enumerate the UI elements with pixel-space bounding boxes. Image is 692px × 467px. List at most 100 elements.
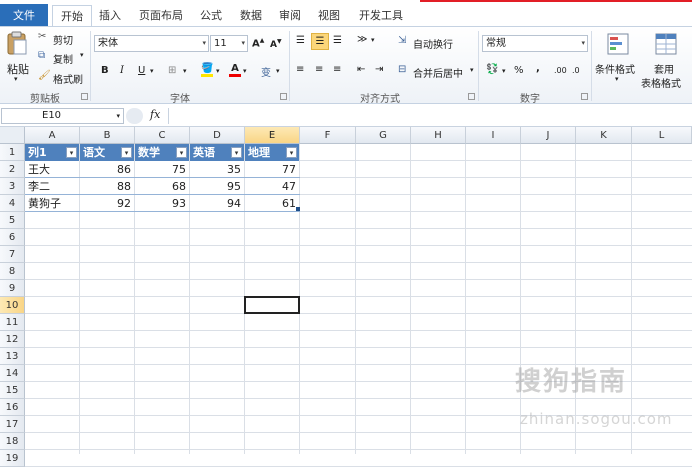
row-header[interactable]: 7 xyxy=(0,246,25,263)
table-cell[interactable]: 黄狗子 xyxy=(25,195,79,212)
tab-insert[interactable]: 插入 xyxy=(95,5,125,26)
copy-button[interactable]: ⧉ 复制 ▾ xyxy=(38,50,90,66)
number-launcher-icon[interactable] xyxy=(581,93,588,100)
format-painter-button[interactable]: 🖌 格式刷 xyxy=(38,70,90,86)
format-as-table-button[interactable]: 套用 表格格式 xyxy=(641,31,692,90)
row-header[interactable]: 15 xyxy=(0,382,25,399)
column-header[interactable]: G xyxy=(356,127,411,144)
row-header[interactable]: 8 xyxy=(0,263,25,280)
tab-formulas[interactable]: 公式 xyxy=(196,5,226,26)
chevron-down-icon[interactable]: ▾ xyxy=(150,67,154,75)
tab-data[interactable]: 数据 xyxy=(236,5,266,26)
active-cell-selection[interactable] xyxy=(244,296,300,314)
font-launcher-icon[interactable] xyxy=(280,93,287,100)
row-header[interactable]: 11 xyxy=(0,314,25,331)
row-header[interactable]: 17 xyxy=(0,416,25,433)
row-header[interactable]: 1 xyxy=(0,144,25,161)
row-header[interactable]: 13 xyxy=(0,348,25,365)
align-left-icon[interactable]: ≡ xyxy=(296,64,304,75)
wrap-text-button[interactable]: ⇲ 自动换行 xyxy=(398,35,460,51)
select-all-corner[interactable] xyxy=(0,127,25,144)
table-header-cell[interactable]: 英语 ▾ xyxy=(190,144,244,161)
table-cell[interactable]: 61 xyxy=(245,195,299,212)
table-cell[interactable]: 77 xyxy=(245,161,299,178)
row-header[interactable]: 2 xyxy=(0,161,25,178)
column-header[interactable]: H xyxy=(411,127,466,144)
name-box[interactable]: E10 ▾ xyxy=(1,108,124,124)
grow-font-icon[interactable]: A▲ xyxy=(252,37,264,49)
increase-indent-icon[interactable]: ⇥ xyxy=(375,64,383,75)
underline-button[interactable]: U xyxy=(138,65,145,76)
chevron-down-icon[interactable]: ▾ xyxy=(183,67,187,75)
table-cell[interactable]: 92 xyxy=(80,195,134,212)
table-cell[interactable]: 75 xyxy=(135,161,189,178)
table-cell[interactable]: 68 xyxy=(135,178,189,195)
column-header[interactable]: K xyxy=(576,127,632,144)
number-format-combo[interactable]: 常规 ▾ xyxy=(482,35,588,52)
row-header[interactable]: 19 xyxy=(0,450,25,467)
align-right-icon[interactable]: ≡ xyxy=(333,64,341,75)
clipboard-launcher-icon[interactable] xyxy=(81,93,88,100)
align-center-icon[interactable]: ≡ xyxy=(315,64,323,75)
column-header[interactable]: F xyxy=(300,127,356,144)
phonetic-button[interactable]: 变 xyxy=(261,64,271,79)
font-size-combo[interactable]: 11 ▾ xyxy=(210,35,248,52)
column-header[interactable]: C xyxy=(135,127,190,144)
font-name-combo[interactable]: 宋体 ▾ xyxy=(94,35,209,52)
align-top-icon[interactable]: ☰ xyxy=(296,35,305,46)
tab-view[interactable]: 视图 xyxy=(314,5,344,26)
insert-function-icon[interactable]: fx xyxy=(150,108,160,121)
table-header-cell[interactable]: 语文 ▾ xyxy=(80,144,134,161)
row-header[interactable]: 3 xyxy=(0,178,25,195)
column-header[interactable]: J xyxy=(521,127,576,144)
table-cell[interactable]: 88 xyxy=(80,178,134,195)
row-header[interactable]: 14 xyxy=(0,365,25,382)
chevron-down-icon[interactable]: ▾ xyxy=(371,36,375,44)
percent-button[interactable]: % xyxy=(514,65,524,76)
row-header[interactable]: 5 xyxy=(0,212,25,229)
align-middle-icon[interactable]: ☰ xyxy=(311,33,329,50)
filter-dropdown-icon[interactable]: ▾ xyxy=(66,147,77,158)
filter-dropdown-icon[interactable]: ▾ xyxy=(231,147,242,158)
paste-button[interactable]: 粘贴 ▾ xyxy=(4,31,30,87)
row-header[interactable]: 9 xyxy=(0,280,25,297)
filter-dropdown-icon[interactable]: ▾ xyxy=(176,147,187,158)
align-bottom-icon[interactable]: ☰ xyxy=(333,35,342,46)
table-cell[interactable]: 86 xyxy=(80,161,134,178)
filter-dropdown-icon[interactable]: ▾ xyxy=(286,147,297,158)
table-resize-handle[interactable] xyxy=(296,207,300,211)
column-header[interactable]: A xyxy=(25,127,80,144)
comma-button[interactable]: , xyxy=(536,63,540,74)
increase-decimal-button[interactable]: .00 xyxy=(554,66,567,75)
row-header[interactable]: 12 xyxy=(0,331,25,348)
row-header[interactable]: 16 xyxy=(0,399,25,416)
table-cell[interactable]: 47 xyxy=(245,178,299,195)
tab-developer[interactable]: 开发工具 xyxy=(355,5,407,26)
table-cell[interactable]: 35 xyxy=(190,161,244,178)
column-header[interactable]: B xyxy=(80,127,135,144)
chevron-down-icon[interactable]: ▾ xyxy=(216,67,220,75)
conditional-format-button[interactable]: 条件格式 ▾ xyxy=(595,31,641,87)
chevron-down-icon[interactable]: ▾ xyxy=(276,67,280,75)
bold-button[interactable]: B xyxy=(101,65,109,76)
decrease-indent-icon[interactable]: ⇤ xyxy=(357,64,365,75)
table-cell[interactable]: 95 xyxy=(190,178,244,195)
orientation-icon[interactable]: ≫ xyxy=(357,34,367,45)
currency-icon[interactable]: 💱 xyxy=(486,64,498,75)
chevron-down-icon[interactable]: ▾ xyxy=(243,67,247,75)
font-color-button[interactable]: A xyxy=(229,63,241,77)
column-header[interactable]: D xyxy=(190,127,245,144)
chevron-down-icon[interactable]: ▾ xyxy=(502,67,506,75)
column-header[interactable]: E xyxy=(245,127,300,144)
column-header[interactable]: L xyxy=(632,127,692,144)
shrink-font-icon[interactable]: A▼ xyxy=(270,38,282,50)
table-header-cell[interactable]: 列1 ▾ xyxy=(25,144,79,161)
table-cell[interactable]: 李二 xyxy=(25,178,79,195)
row-header[interactable]: 10 xyxy=(0,297,25,314)
tab-review[interactable]: 审阅 xyxy=(275,5,305,26)
border-icon[interactable]: ⊞ xyxy=(168,65,176,76)
fill-color-icon[interactable]: 🪣 xyxy=(201,63,213,77)
row-header[interactable]: 4 xyxy=(0,195,25,212)
tab-file[interactable]: 文件 xyxy=(0,4,48,27)
table-header-cell[interactable]: 地理 ▾ xyxy=(245,144,299,161)
